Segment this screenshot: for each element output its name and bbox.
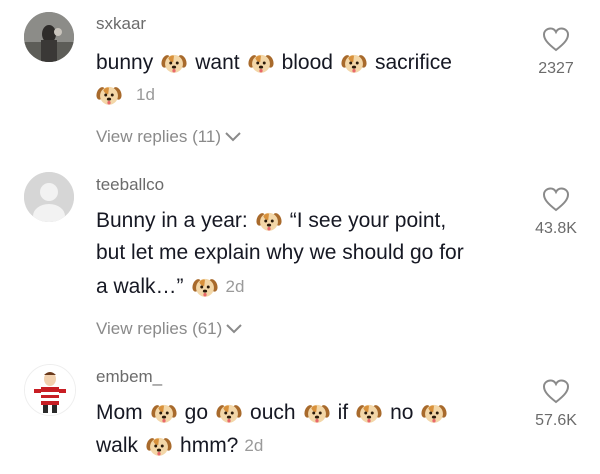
default-avatar-icon <box>24 172 74 222</box>
comment-text-line: 1d <box>96 82 155 108</box>
comment-text-line: walk hmm? 2d <box>96 433 263 459</box>
comment-word: blood <box>281 51 333 74</box>
dog-face-icon <box>356 400 382 426</box>
dog-face-icon <box>248 50 274 76</box>
comment-text-line: Mom go ouch if no <box>96 400 455 426</box>
comment-age: 1d <box>136 85 155 104</box>
dog-face-icon <box>146 433 172 459</box>
comment-text: but let me explain why we should go for <box>96 241 464 264</box>
comment-text: a walk…” <box>96 275 184 298</box>
comment-word: go <box>184 401 209 424</box>
dog-face-icon <box>304 400 330 426</box>
avatar-photo-icon <box>24 12 74 62</box>
comment-word: walk <box>96 434 139 457</box>
comment-age: 2d <box>225 277 245 296</box>
like-control: 2327 <box>526 26 586 78</box>
comment-age: 2d <box>244 436 264 455</box>
dog-face-icon <box>96 82 122 108</box>
like-count: 2327 <box>538 60 574 77</box>
cartoon-avatar-icon <box>25 365 75 415</box>
comment-username[interactable]: teeballco <box>96 175 164 195</box>
comment-word: want <box>195 51 240 74</box>
comment-text-line: bunny want blood sacrifice <box>96 50 452 76</box>
comment-word: no <box>390 401 414 424</box>
dog-face-icon <box>161 50 187 76</box>
heart-outline-icon[interactable] <box>542 26 570 52</box>
view-replies-label: View replies (11) <box>96 127 222 146</box>
dog-face-icon <box>341 50 367 76</box>
heart-outline-icon[interactable] <box>542 186 570 212</box>
heart-outline-icon[interactable] <box>542 378 570 404</box>
chevron-down-icon <box>226 324 243 334</box>
dog-face-icon <box>192 274 218 300</box>
avatar[interactable] <box>24 12 74 62</box>
dog-face-icon <box>256 208 282 234</box>
dog-face-icon <box>421 400 447 426</box>
like-control: 57.6K <box>526 378 586 430</box>
comment-username[interactable]: embem_ <box>96 367 162 387</box>
comment-text: Bunny in a year: <box>96 209 248 232</box>
avatar[interactable] <box>24 172 74 222</box>
like-count: 57.6K <box>535 412 577 429</box>
view-replies-label: View replies (61) <box>96 319 223 338</box>
comment-word: ouch <box>250 401 296 424</box>
comment-text: “I see your point, <box>289 209 447 232</box>
chevron-down-icon <box>225 132 241 142</box>
avatar[interactable] <box>24 364 76 416</box>
comment-word: bunny <box>96 51 154 74</box>
comment-text-line: Bunny in a year: “I see your point, <box>96 208 446 234</box>
comment-username[interactable]: sxkaar <box>96 14 146 34</box>
comment-word: Mom <box>96 401 143 424</box>
like-count: 43.8K <box>535 220 577 237</box>
view-replies-button[interactable]: View replies (61) <box>96 319 243 339</box>
comment-text-line: a walk…” 2d <box>96 274 244 300</box>
like-control: 43.8K <box>526 186 586 238</box>
comment-text-line: but let me explain why we should go for <box>96 241 464 265</box>
dog-face-icon <box>151 400 177 426</box>
comment-word: hmm? <box>180 434 239 457</box>
dog-face-icon <box>216 400 242 426</box>
comment-word: sacrifice <box>374 51 452 74</box>
view-replies-button[interactable]: View replies (11) <box>96 127 242 147</box>
comment-word: if <box>337 401 349 424</box>
